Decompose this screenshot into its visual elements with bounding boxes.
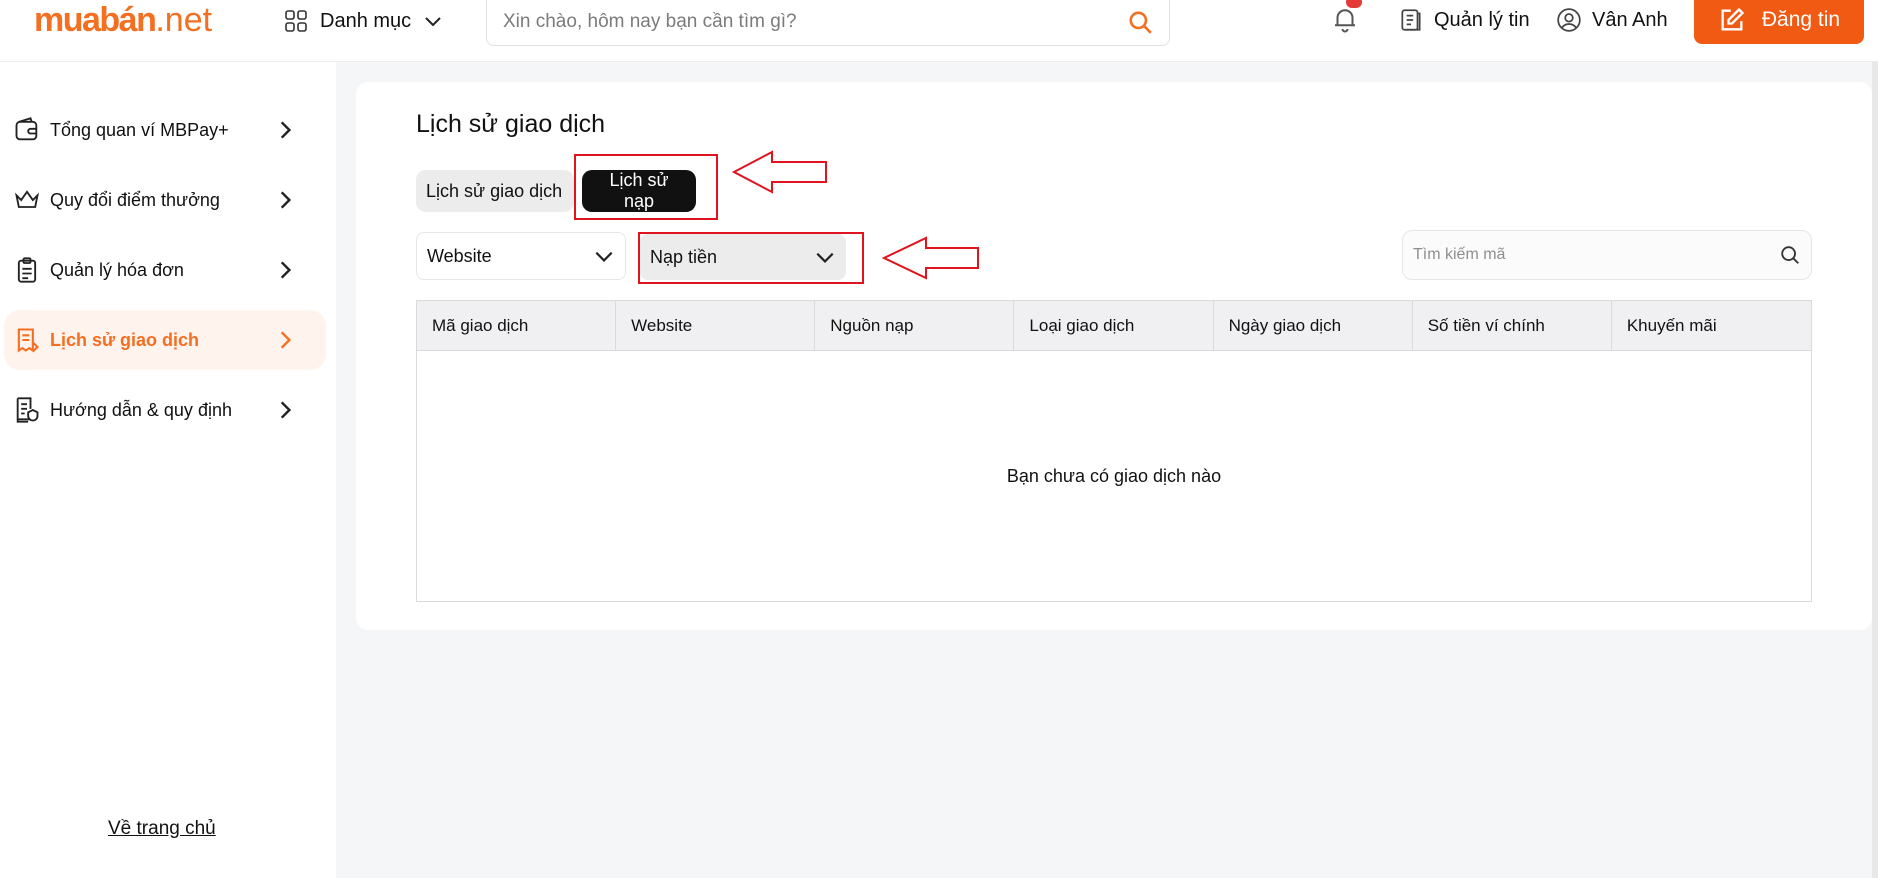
column-header-transaction-type: Loại giao dịch [1014,301,1214,351]
sidebar-item-label: Tổng quan ví MBPay+ [50,119,229,140]
chevron-right-icon [280,191,292,209]
chevron-right-icon [280,331,292,349]
document-list-icon [1401,9,1421,31]
user-name: Vân Anh [1592,8,1668,31]
tab-transaction-history[interactable]: Lịch sử giao dịch [416,170,574,212]
code-search-input[interactable] [1413,246,1779,264]
post-listing-button[interactable]: Đăng tin [1694,0,1864,44]
manage-posts-label: Quản lý tin [1434,8,1530,31]
search-icon[interactable] [1779,244,1801,266]
header-search-input[interactable] [503,10,1127,33]
annotation-arrow-icon [732,150,827,194]
sidebar-item-invoices[interactable]: Quản lý hóa đơn [4,240,326,300]
page-title: Lịch sử giao dịch [416,110,606,138]
site-logo[interactable]: muabán.net [34,0,212,40]
chevron-down-icon [425,17,441,27]
manage-posts-link[interactable]: Quản lý tin [1398,5,1530,35]
column-header-transaction-date: Ngày giao dịch [1214,301,1413,351]
notification-badge [1346,0,1362,8]
transaction-type-select[interactable]: Nạp tiền [640,234,846,280]
website-filter-select[interactable]: Website [416,232,626,280]
empty-state-message: Bạn chưa có giao dịch nào [1006,465,1222,486]
post-listing-label: Đăng tin [1761,8,1841,31]
column-header-topup-source: Nguồn nạp [815,301,1015,351]
sidebar-item-label: Quản lý hóa đơn [50,259,184,280]
chevron-down-icon [595,251,613,262]
table-header-row: Mã giao dịch Website Nguồn nạp Loại giao… [417,301,1811,351]
clipboard-icon [12,255,42,285]
transactions-table: Mã giao dịch Website Nguồn nạp Loại giao… [416,300,1812,602]
code-search-box [1402,230,1812,280]
transaction-history-card: Lịch sử giao dịch Lịch sử giao dịch Lịch… [356,82,1872,630]
sidebar-item-rewards[interactable]: Quy đổi điểm thưởng [4,170,326,230]
annotation-arrow-icon [882,236,979,280]
column-header-promotion: Khuyến mãi [1626,316,1717,335]
sidebar-item-wallet-overview[interactable]: Tổng quan ví MBPay+ [4,100,326,160]
sidebar-item-guides-rules[interactable]: Hướng dẫn & quy định [4,380,326,440]
page-scrollbar[interactable] [1872,62,1878,878]
logo-domain: .net [155,1,213,39]
sidebar-item-label: Lịch sử giao dịch [50,329,200,350]
website-filter-value: Website [427,245,492,266]
grid-icon [285,10,307,32]
chevron-right-icon [280,401,292,419]
search-icon[interactable] [1127,9,1153,35]
column-header-main-wallet-amount: Số tiền ví chính [1413,301,1612,351]
chevron-right-icon [280,261,292,279]
wallet-icon [12,115,42,145]
receipt-icon [12,325,42,355]
edit-icon [1721,7,1745,31]
category-menu-button[interactable]: Danh mục [284,6,443,36]
column-header-transaction-code: Mã giao dịch [417,301,617,351]
crown-icon [12,185,42,215]
column-header-website: Website [616,301,816,351]
bell-icon [1335,9,1355,33]
sidebar: Tổng quan ví MBPay+ Quy đổi điểm thưởng … [0,62,336,878]
notification-button[interactable] [1330,0,1362,36]
category-label: Danh mục [320,9,412,32]
chevron-right-icon [280,121,292,139]
document-shield-icon [12,395,42,425]
sidebar-item-label: Hướng dẫn & quy định [50,399,232,420]
tab-topup-history[interactable]: Lịch sử nạp [582,170,696,212]
header-search-box [486,0,1170,46]
logo-text: muabán [34,1,157,39]
back-to-home-link[interactable]: Về trang chủ [108,818,216,840]
top-header: muabán.net Danh mục Quản lý tin Vân Anh … [0,0,1878,62]
sidebar-item-transaction-history[interactable]: Lịch sử giao dịch [4,310,326,370]
chevron-down-icon [816,252,834,263]
user-circle-icon [1557,8,1581,32]
sidebar-item-label: Quy đổi điểm thưởng [50,189,220,210]
user-account-link[interactable]: Vân Anh [1556,5,1668,35]
transaction-type-value: Nạp tiền [650,246,718,267]
